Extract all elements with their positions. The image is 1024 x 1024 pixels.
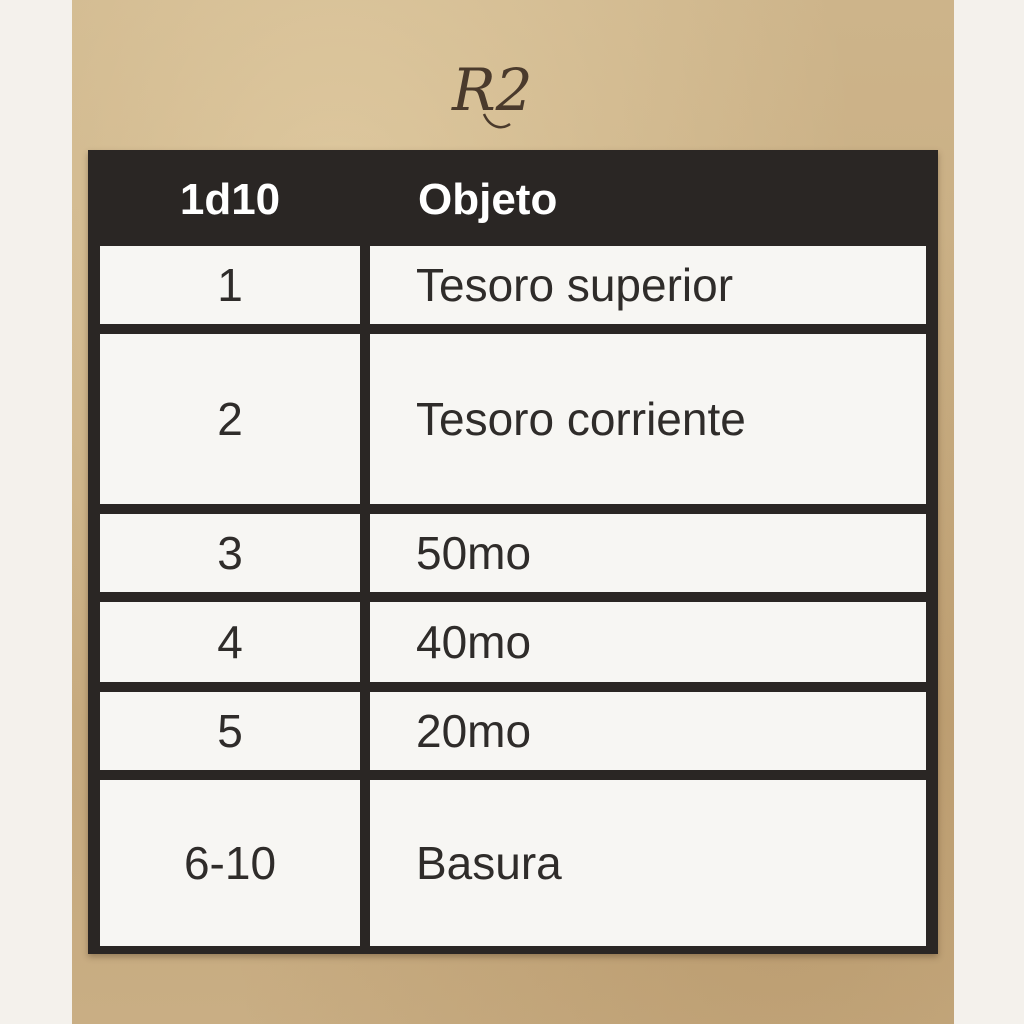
- loot-table: 1d10 Objeto 1 Tesoro superior 2 Tesoro c…: [88, 150, 938, 954]
- table-row-4-roll: 4: [100, 602, 360, 682]
- table-row-6-item: Basura: [370, 780, 926, 946]
- table-row-2-item: Tesoro corriente: [370, 334, 926, 504]
- table-row-3-roll: 3: [100, 514, 360, 592]
- table-row-4-item: 40mo: [370, 602, 926, 682]
- table-header: 1d10 Objeto: [88, 150, 938, 242]
- table-row-1-item: Tesoro superior: [370, 246, 926, 324]
- r2-logo-icon: R2: [444, 48, 554, 138]
- table-row-1-roll: 1: [100, 246, 360, 324]
- table-row-6-roll: 6-10: [100, 780, 360, 946]
- header-object: Objeto: [418, 175, 558, 224]
- table-row-3-item: 50mo: [370, 514, 926, 592]
- table-row-2-roll: 2: [100, 334, 360, 504]
- parchment-page: R2 1d10 Objeto 1 Tesoro superior 2 Tesor…: [72, 0, 954, 1024]
- header-roll: 1d10: [179, 175, 281, 224]
- table-row-5-item: 20mo: [370, 692, 926, 770]
- logo-text: R2: [451, 56, 533, 124]
- r2-logo-svg: R2: [451, 56, 533, 129]
- table-row-5-roll: 5: [100, 692, 360, 770]
